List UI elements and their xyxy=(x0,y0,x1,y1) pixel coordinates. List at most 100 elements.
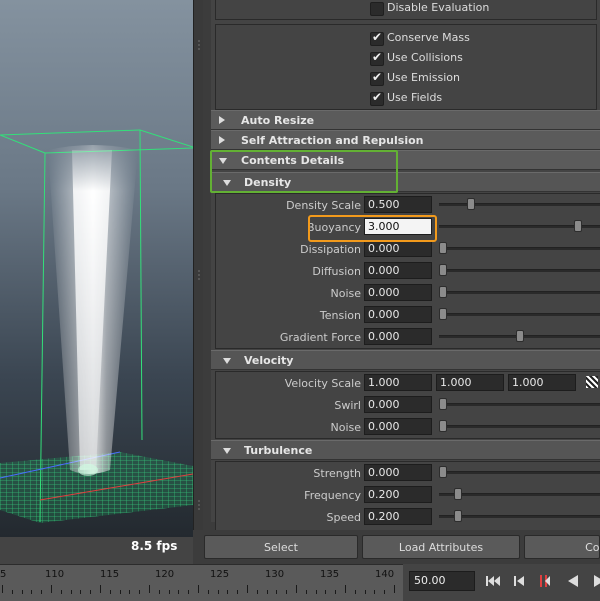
section-auto-resize[interactable]: Auto Resize xyxy=(211,110,600,130)
dissipation-field[interactable]: 0.000 xyxy=(364,240,432,257)
velocity-swirl-field[interactable]: 0.000 xyxy=(364,396,432,413)
velocity-scale-x-field[interactable]: 1.000 xyxy=(364,374,432,391)
section-turbulence[interactable]: Turbulence xyxy=(211,440,600,460)
timeline-tick xyxy=(276,590,278,594)
smoke-plume xyxy=(48,145,138,474)
turbulence-strength-slider-handle[interactable] xyxy=(439,466,447,478)
tension-slider-handle[interactable] xyxy=(439,308,447,320)
current-frame-field[interactable]: 50.00 xyxy=(409,571,475,591)
velocity-noise-field[interactable]: 0.000 xyxy=(364,418,432,435)
timeline-tick xyxy=(2,585,3,593)
dissipation-slider-track[interactable] xyxy=(439,247,600,250)
section-self-attraction[interactable]: Self Attraction and Repulsion xyxy=(211,130,600,150)
noise-field[interactable]: 0.000 xyxy=(364,284,432,301)
use-emission-checkbox[interactable] xyxy=(370,70,384,86)
dissipation-label: Dissipation xyxy=(300,243,361,256)
play-forward-icon[interactable] xyxy=(589,572,600,590)
use-collisions-checkbox[interactable] xyxy=(370,50,384,66)
noise-slider-handle[interactable] xyxy=(439,286,447,298)
timeline-frame-label: 120 xyxy=(155,569,175,580)
collapse-arrow-icon xyxy=(223,448,231,454)
gradient-force-slider-handle[interactable] xyxy=(515,330,524,342)
copy-tab-button[interactable]: Copy xyxy=(524,535,600,559)
step-back-key-icon[interactable] xyxy=(509,572,529,590)
turbulence-speed-slider-handle[interactable] xyxy=(454,510,463,522)
play-backwards-icon[interactable] xyxy=(563,572,583,590)
section-title: Velocity xyxy=(244,354,294,367)
section-velocity[interactable]: Velocity xyxy=(211,350,600,370)
green-highlight xyxy=(210,150,398,193)
timeline-tick xyxy=(364,590,366,594)
turbulence-frequency-slider-track[interactable] xyxy=(439,493,600,496)
collapse-arrow-icon xyxy=(223,358,231,364)
texture-map-icon[interactable] xyxy=(586,376,598,388)
dissipation-slider-handle[interactable] xyxy=(439,242,447,254)
timeline-frame-label: 130 xyxy=(265,569,285,580)
timeline-tick xyxy=(139,590,141,594)
turbulence-strength-field[interactable]: 0.000 xyxy=(364,464,432,481)
tension-slider-track[interactable] xyxy=(439,313,600,316)
3d-viewport[interactable] xyxy=(0,0,193,537)
conserve-mass-checkbox[interactable] xyxy=(370,30,384,46)
section-title: Turbulence xyxy=(244,444,313,457)
expand-arrow-icon xyxy=(219,116,225,124)
diffusion-slider-handle[interactable] xyxy=(439,264,447,276)
load-attributes-button[interactable]: Load Attributes xyxy=(362,535,520,559)
attribute-editor-buttons: Select Load Attributes Copy xyxy=(193,530,600,564)
timeline-tick xyxy=(31,590,33,594)
turbulence-speed-slider-track[interactable] xyxy=(439,515,600,518)
timeline-tick xyxy=(70,590,72,594)
timeline-tick xyxy=(178,590,180,594)
turbulence-speed-field[interactable]: 0.200 xyxy=(364,508,432,525)
turbulence-frequency-slider-handle[interactable] xyxy=(454,488,463,500)
timeline-tick xyxy=(21,590,23,594)
use-fields-checkbox[interactable] xyxy=(370,90,384,106)
step-back-frame-icon[interactable] xyxy=(535,572,555,590)
diffusion-label: Diffusion xyxy=(312,265,361,278)
timeline-frame-label: 125 xyxy=(210,569,230,580)
velocity-noise-slider-track[interactable] xyxy=(439,425,600,428)
timeline-tick xyxy=(227,590,229,594)
disable-evaluation-label: Disable Evaluation xyxy=(387,1,490,14)
playback-controls: 50.00 xyxy=(403,564,600,600)
timeline-tick xyxy=(374,590,376,594)
velocity-scale-y-field[interactable]: 1.000 xyxy=(436,374,504,391)
diffusion-field[interactable]: 0.000 xyxy=(364,262,432,279)
turbulence-speed-label: Speed xyxy=(326,511,361,524)
turbulence-strength-slider-track[interactable] xyxy=(439,471,600,474)
timeline-tick xyxy=(119,590,121,594)
select-button[interactable]: Select xyxy=(204,535,358,559)
tension-field[interactable]: 0.000 xyxy=(364,306,432,323)
timeline-tick xyxy=(90,590,92,594)
density-scale-slider-handle[interactable] xyxy=(466,198,475,210)
timeline-tick xyxy=(158,590,160,594)
density-scale-slider-track[interactable] xyxy=(439,203,600,206)
time-slider[interactable]: 5 110 115 120 125 130 135 140 xyxy=(0,564,582,601)
buoyancy-slider-handle[interactable] xyxy=(573,220,582,232)
gradient-force-label: Gradient Force xyxy=(279,331,361,344)
velocity-noise-slider-handle[interactable] xyxy=(439,420,447,432)
noise-slider-track[interactable] xyxy=(439,291,600,294)
timeline-tick xyxy=(237,590,239,594)
timeline-tick xyxy=(60,590,62,594)
disable-evaluation-checkbox[interactable] xyxy=(370,2,384,16)
velocity-scale-label: Velocity Scale xyxy=(284,377,361,390)
timeline-frame-label: 140 xyxy=(375,569,395,580)
timeline-tick xyxy=(149,585,150,593)
turbulence-frequency-field[interactable]: 0.200 xyxy=(364,486,432,503)
timeline-tick xyxy=(335,590,337,594)
timeline-tick xyxy=(345,585,346,593)
diffusion-slider-track[interactable] xyxy=(439,269,600,272)
density-scale-field[interactable]: 0.500 xyxy=(364,196,432,213)
go-to-start-icon[interactable] xyxy=(483,572,503,590)
section-title: Auto Resize xyxy=(241,114,315,127)
timeline-tick xyxy=(305,590,307,594)
gradient-force-field[interactable]: 0.000 xyxy=(364,328,432,345)
noise-label: Noise xyxy=(330,287,361,300)
velocity-swirl-slider-handle[interactable] xyxy=(439,398,447,410)
timeline-tick xyxy=(41,590,43,594)
velocity-scale-z-field[interactable]: 1.000 xyxy=(508,374,576,391)
velocity-swirl-slider-track[interactable] xyxy=(439,403,600,406)
tension-label: Tension xyxy=(319,309,361,322)
timeline-tick xyxy=(51,585,52,593)
